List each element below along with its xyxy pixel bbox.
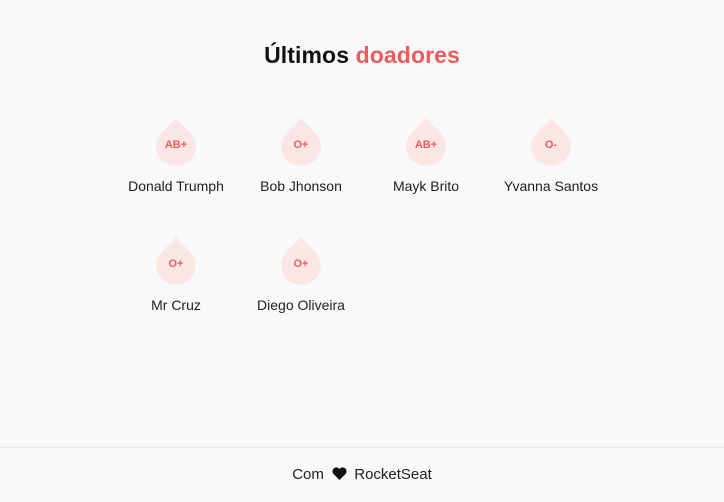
blood-drop-icon: AB+ [156, 118, 196, 166]
blood-drop-icon: O- [531, 118, 571, 166]
donor-name: Yvanna Santos [503, 178, 599, 194]
donor-card: AB+ Mayk Brito [363, 118, 489, 195]
donor-name: Donald Trumph [128, 178, 224, 194]
donor-card: O+ Diego Oliveira [238, 237, 364, 314]
page: Últimos doadores AB+ Donald Trumph O+ Bo… [0, 0, 724, 502]
footer-prefix: Com [292, 466, 324, 483]
blood-type-label: AB+ [164, 139, 188, 151]
blood-drop-icon: O+ [156, 237, 196, 285]
donor-card: O- Yvanna Santos [488, 118, 614, 195]
heart-icon [332, 467, 347, 480]
blood-type-label: O- [544, 139, 558, 151]
title-accent: doadores [355, 42, 460, 68]
blood-type-label: O+ [293, 258, 309, 270]
donor-name: Diego Oliveira [257, 297, 345, 313]
title-prefix: Últimos [264, 42, 350, 68]
blood-drop-icon: O+ [281, 237, 321, 285]
donor-name: Bob Jhonson [260, 178, 342, 194]
footer: Com RocketSeat [0, 447, 724, 502]
donor-card: O+ Mr Cruz [113, 237, 239, 314]
footer-brand[interactable]: RocketSeat [354, 466, 432, 483]
donor-name: Mayk Brito [392, 178, 460, 194]
donor-card: O+ Bob Jhonson [238, 118, 364, 195]
blood-type-label: O+ [168, 258, 184, 270]
blood-type-label: AB+ [414, 139, 438, 151]
blood-drop-icon: AB+ [406, 118, 446, 166]
blood-drop-icon: O+ [281, 118, 321, 166]
blood-type-label: O+ [293, 139, 309, 151]
donor-card: AB+ Donald Trumph [113, 118, 239, 195]
donor-name: Mr Cruz [151, 297, 201, 313]
page-title: Últimos doadores [0, 40, 724, 70]
